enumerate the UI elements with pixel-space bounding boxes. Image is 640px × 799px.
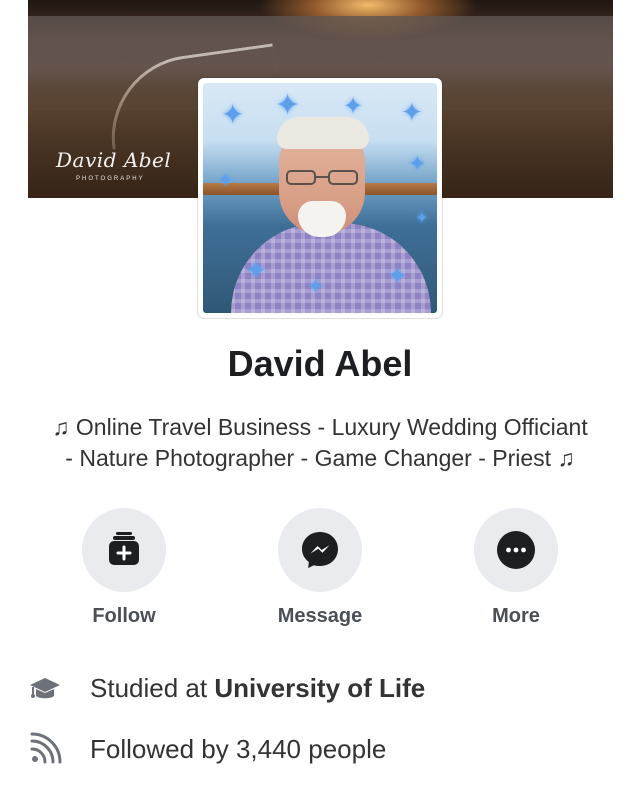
messenger-icon [302, 532, 338, 568]
message-label: Message [277, 605, 363, 627]
beard-shape [298, 201, 346, 237]
sparkle-icon: ✦ [221, 99, 245, 130]
sparkle-icon: ✦ [275, 89, 301, 122]
bio-line: - Nature Photographer - Game Changer - P… [65, 445, 575, 471]
sparkle-icon: ✦ [387, 263, 408, 290]
rss-feed-icon [30, 732, 62, 764]
photographer-signature: David Abel [56, 148, 172, 172]
follow-label: Follow [92, 605, 156, 627]
signature-subtitle: PHOTOGRAPHY [76, 176, 145, 182]
message-button[interactable]: Message [245, 508, 395, 628]
followers-info: Followed by 3,440 people [28, 729, 618, 769]
follow-button[interactable]: Follow [49, 508, 199, 628]
sparkle-icon: ✦ [343, 93, 364, 120]
profile-bio: ♫ Online Travel Business - Luxury Weddin… [0, 412, 640, 474]
profile-name: David Abel [227, 343, 413, 384]
more-button-circle[interactable] [474, 508, 558, 592]
sparkle-icon: ✦ [401, 97, 423, 127]
education-text: Studied at University of Life [90, 672, 425, 704]
more-dots-icon [497, 531, 535, 569]
add-follow-icon [109, 532, 139, 565]
followers-text: Followed by 3,440 people [90, 734, 387, 764]
more-label: More [492, 605, 540, 627]
follow-button-circle[interactable] [82, 508, 166, 592]
graduation-cap-icon [30, 678, 60, 699]
profile-action-buttons: Follow Message More [0, 508, 640, 628]
profile-picture[interactable]: ✦ ✦ ✦ ✦ ✦ ✦ ✦ ✦ ✦ ✦ [203, 83, 437, 313]
sparkle-icon: ✦ [408, 151, 427, 176]
profile-picture-frame[interactable]: ✦ ✦ ✦ ✦ ✦ ✦ ✦ ✦ ✦ ✦ [198, 78, 442, 318]
sparkle-icon: ✦ [415, 210, 429, 227]
sparkle-icon: ✦ [245, 255, 267, 285]
education-school-link[interactable]: University of Life [214, 673, 425, 703]
education-prefix: Studied at [90, 673, 215, 703]
bio-line: ♫ Online Travel Business - Luxury Weddin… [52, 414, 588, 440]
more-button[interactable]: More [441, 508, 591, 628]
message-button-circle[interactable] [278, 508, 362, 592]
sparkle-icon: ✦ [217, 170, 234, 192]
glasses-icon [286, 170, 358, 185]
sparkle-icon: ✦ [307, 276, 324, 298]
education-info: Studied at University of Life [28, 668, 618, 708]
